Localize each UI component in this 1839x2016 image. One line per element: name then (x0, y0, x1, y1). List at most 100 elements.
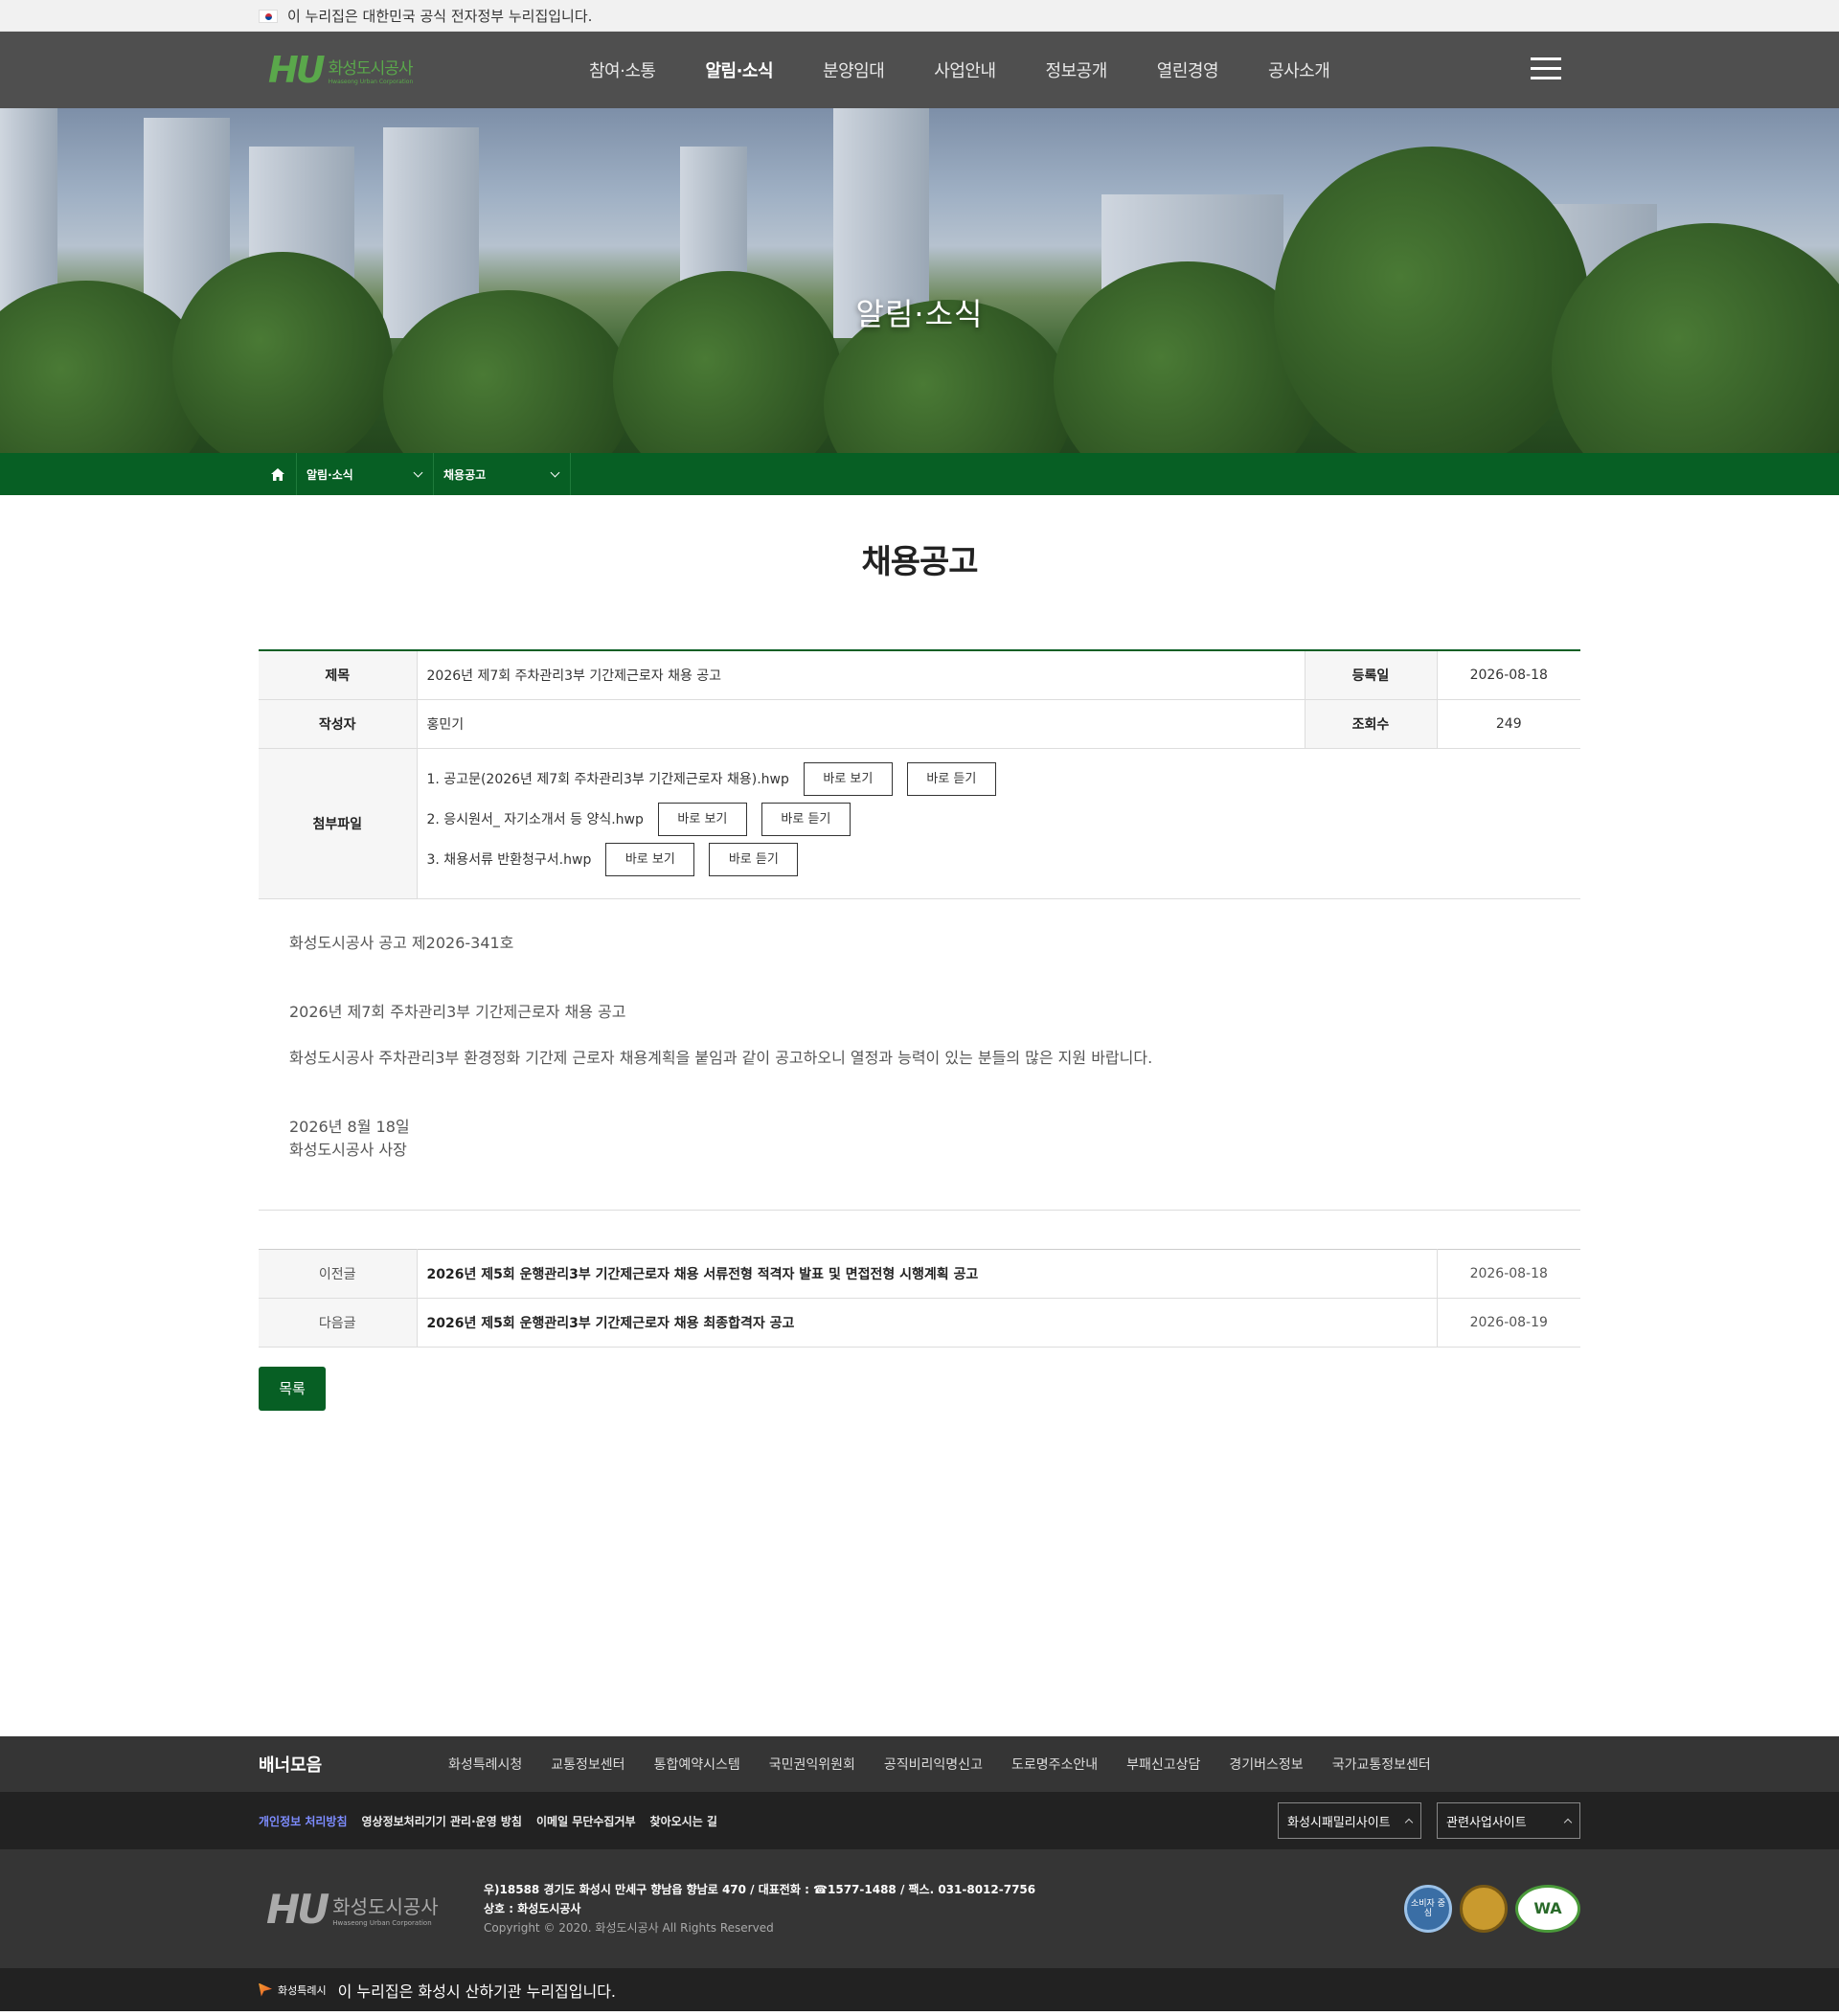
footer-links: 개인정보 처리방침 영상정보처리기기 관리·운영 방침 이메일 무단수집거부 찾… (0, 1792, 1839, 1849)
site-logo[interactable]: HU 화성도시공사 Hwaseong Urban Corporation (268, 49, 474, 91)
main-nav: 참여·소통 알림·소식 분양임대 사업안내 정보공개 열린경영 공사소개 (589, 57, 1379, 82)
nav-about[interactable]: 공사소개 (1268, 57, 1330, 82)
hamburger-menu-icon[interactable] (1531, 57, 1561, 80)
post-info-table: 제목 2026년 제7회 주차관리3부 기간제근로자 채용 공고 등록일 202… (259, 649, 1580, 899)
prev-post-row[interactable]: 이전글 2026년 제5회 운행관리3부 기간제근로자 채용 서류전형 적격자 … (259, 1249, 1580, 1299)
hero-title: 알림·소식 (855, 296, 984, 332)
chevron-down-icon (550, 467, 560, 477)
view-button[interactable]: 바로 보기 (657, 802, 747, 836)
main-content: 채용공고 제목 2026년 제7회 주차관리3부 기간제근로자 채용 공고 등록… (259, 535, 1580, 1411)
signer: 화성도시공사 사장 (289, 1140, 407, 1159)
gov-notice-text: 이 누리집은 대한민국 공식 전자정부 누리집입니다. (287, 8, 593, 25)
banner-link[interactable]: 교통정보센터 (551, 1755, 624, 1774)
banner-collection: 배너모음 화성특례시청 교통정보센터 통합예약시스템 국민권익위원회 공직비리익… (0, 1736, 1839, 1792)
breadcrumb-depth1-dropdown[interactable]: 알림·소식 (297, 453, 434, 495)
nav-business[interactable]: 사업안내 (934, 57, 996, 82)
listen-button[interactable]: 바로 듣기 (906, 761, 996, 796)
banner-link[interactable]: 국가교통정보센터 (1332, 1755, 1431, 1774)
location-bar: 알림·소식 채용공고 (0, 453, 1839, 495)
related-site-label: 관련사업사이트 (1446, 1815, 1527, 1830)
next-post-link[interactable]: 2026년 제5회 운행관리3부 기간제근로자 채용 최종합격자 공고 (417, 1298, 1437, 1348)
listen-button[interactable]: 바로 듣기 (761, 802, 851, 836)
post-date: 2026-08-18 (1436, 650, 1580, 700)
footer-info: HU 화성도시공사 Hwaseong Urban Corporation 우)1… (0, 1849, 1839, 1968)
logo-text: 화성도시공사 (328, 59, 414, 79)
attachment-list: 1. 공고문(2026년 제7회 주차관리3부 기간제근로자 채용).hwp 바… (427, 749, 1581, 898)
attachments-row: 첨부파일 1. 공고문(2026년 제7회 주차관리3부 기간제근로자 채용).… (259, 748, 1581, 899)
chevron-up-icon (1404, 1818, 1414, 1826)
footer-company: 상호 : 화성도시공사 (484, 1902, 581, 1915)
post-body: 화성도시공사 공고 제2026-341호 2026년 제7회 주차관리3부 기간… (259, 899, 1580, 1211)
prev-post-link[interactable]: 2026년 제5회 운행관리3부 기간제근로자 채용 서류전형 적격자 발표 및… (417, 1249, 1437, 1299)
attachment-link[interactable]: 3. 채용서류 반환청구서.hwp (427, 849, 592, 869)
city-affiliate-bar: 화성특례시 이 누리집은 화성시 산하기관 누리집입니다. (0, 1968, 1839, 2011)
wa-cert-badge: WA (1515, 1885, 1580, 1933)
body-text: 화성도시공사 주차관리3부 환경정화 기간제 근로자 채용계획을 붙임과 같이 … (289, 1048, 1153, 1067)
footer-logo-subtext: Hwaseong Urban Corporation (332, 1918, 432, 1927)
prev-label: 이전글 (259, 1249, 418, 1299)
next-post-row[interactable]: 다음글 2026년 제5회 운행관리3부 기간제근로자 채용 최종합격자 공고 … (259, 1298, 1580, 1348)
logo-subtext: Hwaseong Urban Corporation (328, 79, 414, 85)
home-icon[interactable] (259, 453, 297, 495)
family-site-label: 화성시패밀리사이트 (1287, 1815, 1391, 1830)
directions-link[interactable]: 찾아오시는 길 (650, 1813, 717, 1829)
city-logo: 화성특례시 (259, 1982, 327, 1998)
footer-logo: HU 화성도시공사 Hwaseong Urban Corporation (266, 1886, 484, 1933)
author-label: 작성자 (259, 699, 417, 749)
post-author-row: 작성자 홍민기 조회수 249 (259, 699, 1580, 749)
city-affiliate-notice: 이 누리집은 화성시 산하기관 누리집입니다. (337, 1982, 616, 2001)
nav-disclosure[interactable]: 정보공개 (1046, 57, 1108, 82)
gov-banner: 이 누리집은 대한민국 공식 전자정부 누리집입니다. (0, 0, 1839, 32)
hero-banner: 알림·소식 (0, 108, 1839, 453)
prev-next-table: 이전글 2026년 제5회 운행관리3부 기간제근로자 채용 서류전형 적격자 … (259, 1248, 1580, 1348)
breadcrumb-depth2-dropdown[interactable]: 채용공고 (434, 453, 571, 495)
email-refusal-link[interactable]: 이메일 무단수집거부 (536, 1813, 636, 1829)
nav-open-management[interactable]: 열린경영 (1157, 57, 1219, 82)
banner-link[interactable]: 통합예약시스템 (654, 1755, 740, 1774)
listen-button[interactable]: 바로 듣기 (709, 842, 799, 876)
sign-date: 2026년 8월 18일 (289, 1117, 410, 1136)
site-header: HU 화성도시공사 Hwaseong Urban Corporation 참여·… (0, 32, 1839, 108)
date-label: 등록일 (1304, 650, 1437, 700)
banner-link[interactable]: 경기버스정보 (1229, 1755, 1303, 1774)
logo-mark-icon: HU (268, 49, 326, 91)
attachment-link[interactable]: 1. 공고문(2026년 제7회 주차관리3부 기간제근로자 채용).hwp (427, 769, 789, 788)
chevron-up-icon (1563, 1818, 1573, 1826)
attachment-item: 2. 응시원서_ 자기소개서 등 양식.hwp 바로 보기 바로 듣기 (427, 802, 1581, 836)
view-button[interactable]: 바로 보기 (605, 842, 695, 876)
files-label: 첨부파일 (259, 748, 417, 899)
korea-flag-icon (259, 9, 278, 23)
next-post-date: 2026-08-19 (1436, 1298, 1580, 1348)
banner-title: 배너모음 (259, 1756, 323, 1776)
quality-cert-badge (1460, 1885, 1508, 1933)
breadcrumb-depth2-label: 채용공고 (443, 467, 487, 482)
banner-link[interactable]: 공직비리익명신고 (884, 1755, 983, 1774)
related-site-dropdown[interactable]: 관련사업사이트 (1437, 1802, 1580, 1839)
post-title: 2026년 제7회 주차관리3부 기간제근로자 채용 공고 (416, 650, 1305, 700)
attachment-link[interactable]: 2. 응시원서_ 자기소개서 등 양식.hwp (427, 809, 644, 828)
page-title: 채용공고 (861, 543, 978, 581)
attachment-item: 1. 공고문(2026년 제7회 주차관리3부 기간제근로자 채용).hwp 바… (427, 761, 1581, 796)
footer-copyright: Copyright © 2020. 화성도시공사 All Rights Rese… (484, 1921, 774, 1935)
banner-link[interactable]: 부패신고상담 (1126, 1755, 1200, 1774)
post-views: 249 (1436, 699, 1580, 749)
post-author: 홍민기 (416, 699, 1305, 749)
banner-link[interactable]: 국민권익위원회 (769, 1755, 855, 1774)
privacy-policy-link[interactable]: 개인정보 처리방침 (259, 1813, 348, 1829)
family-site-dropdown[interactable]: 화성시패밀리사이트 (1278, 1802, 1421, 1839)
banner-link[interactable]: 도로명주소안내 (1011, 1755, 1098, 1774)
view-button[interactable]: 바로 보기 (803, 761, 893, 796)
site-footer: 배너모음 화성특례시청 교통정보센터 통합예약시스템 국민권익위원회 공직비리익… (0, 1736, 1839, 2011)
nav-sale-lease[interactable]: 분양임대 (823, 57, 885, 82)
title-label: 제목 (259, 650, 417, 700)
post-title-row: 제목 2026년 제7회 주차관리3부 기간제근로자 채용 공고 등록일 202… (259, 650, 1580, 700)
nav-participation[interactable]: 참여·소통 (589, 57, 656, 82)
banner-link[interactable]: 화성특례시청 (448, 1755, 522, 1774)
next-label: 다음글 (259, 1298, 418, 1348)
nav-news[interactable]: 알림·소식 (705, 57, 773, 82)
cctv-policy-link[interactable]: 영상정보처리기기 관리·운영 방침 (362, 1813, 522, 1829)
notice-number: 화성도시공사 공고 제2026-341호 (289, 933, 514, 952)
views-label: 조회수 (1304, 699, 1437, 749)
list-button[interactable]: 목록 (259, 1366, 326, 1411)
prev-post-date: 2026-08-18 (1436, 1249, 1580, 1299)
